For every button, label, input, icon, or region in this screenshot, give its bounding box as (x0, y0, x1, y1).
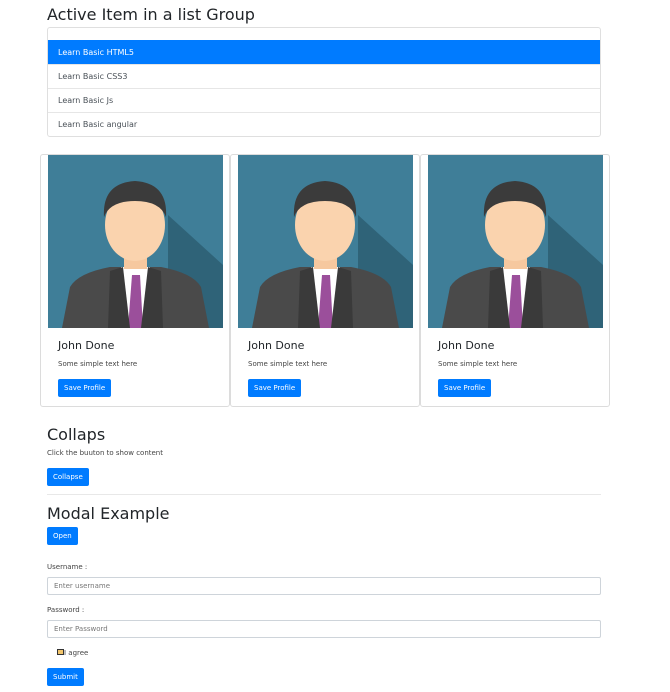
password-label: Password : (47, 606, 85, 614)
agree-label: I agree (64, 649, 89, 657)
avatar-image (238, 155, 413, 328)
list-item-css3[interactable]: Learn Basic CSS3 (48, 64, 600, 88)
save-profile-button[interactable]: Save Profile (438, 379, 492, 397)
card-text: Some simple text here (248, 360, 328, 368)
open-modal-button[interactable]: Open (47, 527, 78, 545)
submit-button[interactable]: Submit (47, 668, 84, 686)
list-item-js[interactable]: Learn Basic Js (48, 88, 600, 112)
card-name: John Done (438, 339, 495, 352)
profile-card: John Done Some simple text here Save Pro… (40, 154, 230, 407)
list-group: Learn Basic HTML5 Learn Basic CSS3 Learn… (47, 27, 601, 137)
card-name: John Done (248, 339, 305, 352)
card-text: Some simple text here (58, 360, 138, 368)
agree-row: I agree (57, 648, 88, 658)
list-group-spacer (48, 28, 600, 40)
username-label: Username : (47, 563, 88, 571)
save-profile-button[interactable]: Save Profile (248, 379, 302, 397)
username-input[interactable] (47, 577, 601, 595)
card-text: Some simple text here (438, 360, 518, 368)
password-input[interactable] (47, 620, 601, 638)
collapse-heading: Collaps (47, 425, 106, 444)
collapse-button[interactable]: Collapse (47, 468, 89, 486)
list-group-heading: Active Item in a list Group (47, 5, 255, 24)
avatar-image (48, 155, 223, 328)
avatar-image (428, 155, 603, 328)
collapse-hint: Click the buuton to show content (47, 449, 163, 457)
list-item-html5[interactable]: Learn Basic HTML5 (48, 40, 600, 64)
agree-checkbox[interactable] (57, 649, 64, 655)
list-item-angular[interactable]: Learn Basic angular (48, 112, 600, 136)
profile-card: John Done Some simple text here Save Pro… (230, 154, 420, 407)
profile-card: John Done Some simple text here Save Pro… (420, 154, 610, 407)
card-name: John Done (58, 339, 115, 352)
save-profile-button[interactable]: Save Profile (58, 379, 112, 397)
divider (47, 494, 601, 495)
modal-heading: Modal Example (47, 504, 170, 523)
